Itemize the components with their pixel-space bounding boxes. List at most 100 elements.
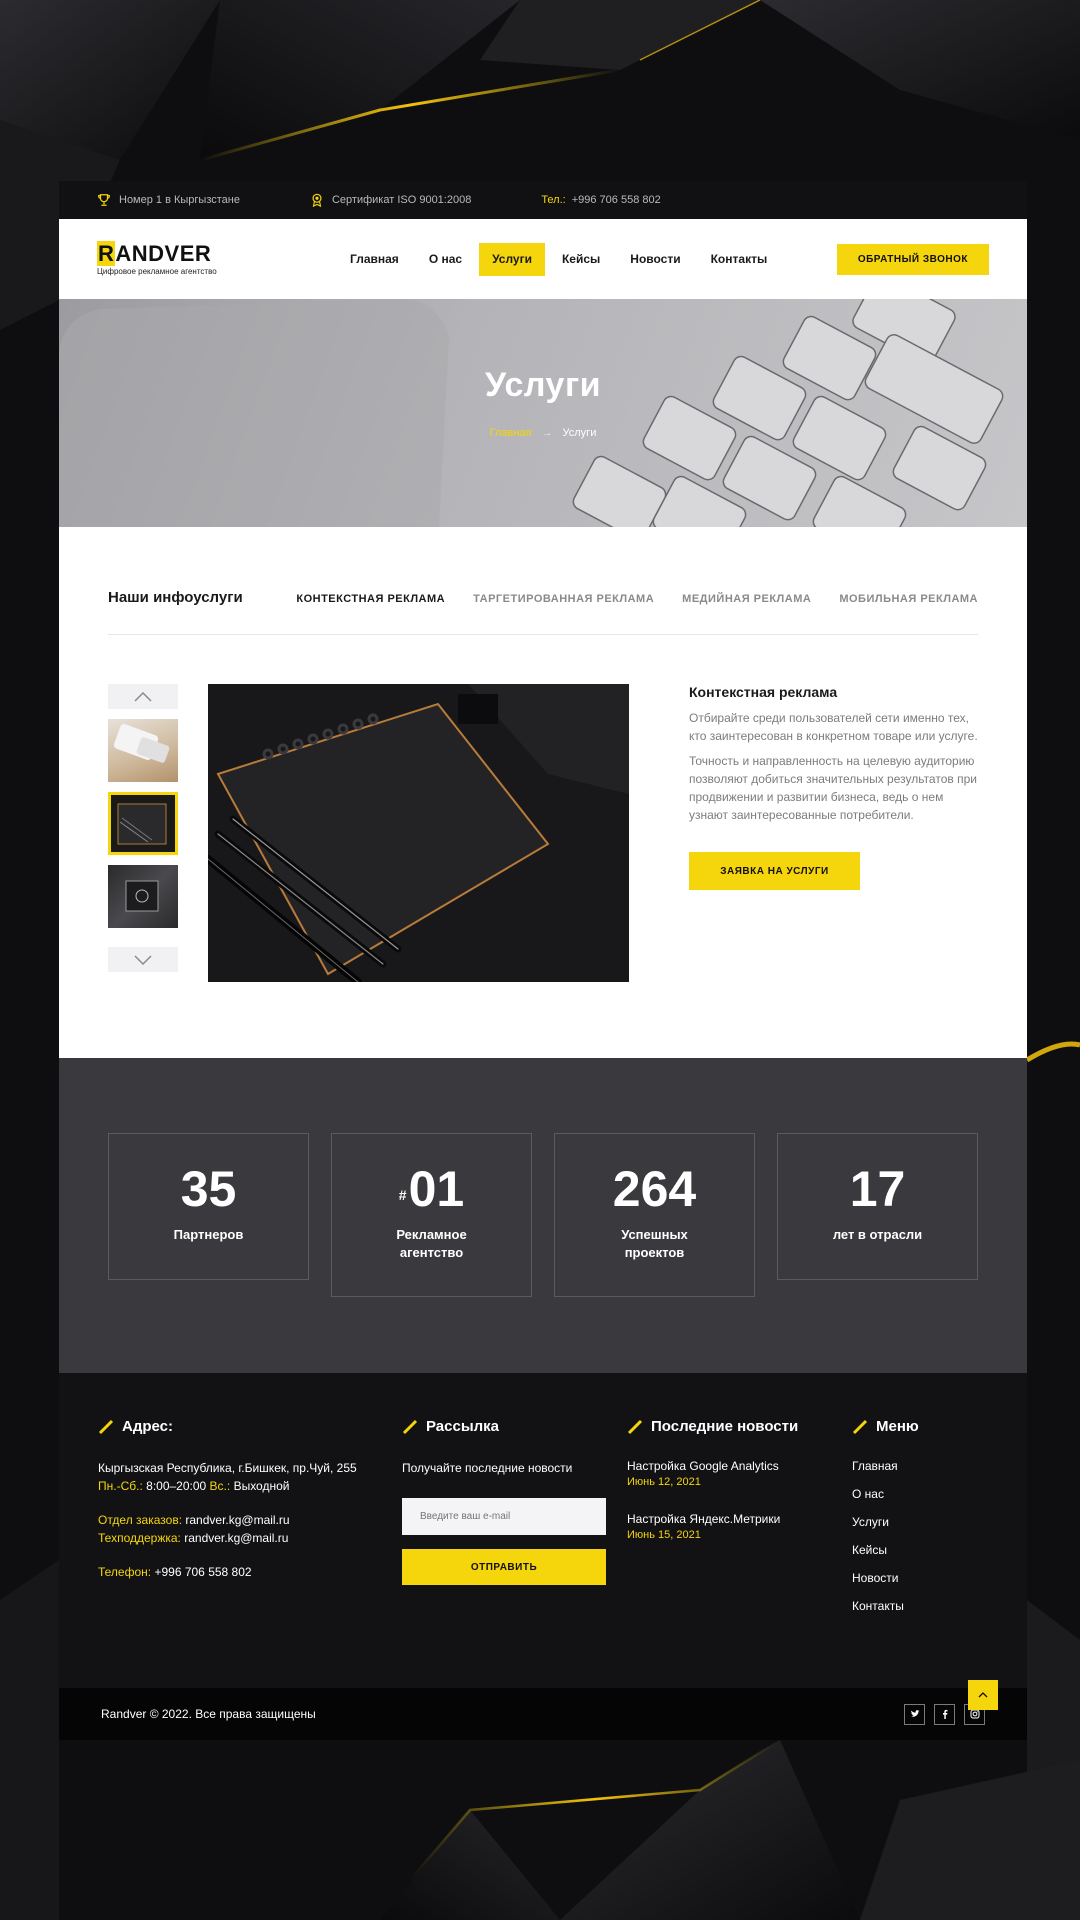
award-info: Номер 1 в Кыргызстане <box>97 193 240 207</box>
chevron-down-icon <box>134 954 152 965</box>
copyright-text: Randver © 2022. Все права защищены <box>101 1707 316 1721</box>
tab-targeted-ads[interactable]: ТАРГЕТИРОВАННАЯ РЕКЛАМА <box>473 593 654 605</box>
topbar-phone: Тел.: +996 706 558 802 <box>541 194 660 206</box>
footer-menu: Меню Главная О нас Услуги Кейсы Новости … <box>852 1418 992 1620</box>
support-email-link[interactable]: randver.kg@mail.ru <box>184 1531 288 1545</box>
certificate-info: Сертификат ISO 9001:2008 <box>310 193 471 207</box>
slash-icon <box>98 1419 114 1434</box>
thumbnail-3[interactable] <box>108 865 178 928</box>
stat-label-line-2: агентство <box>399 1245 464 1260</box>
newsletter-email-input[interactable] <box>402 1498 606 1535</box>
nav-item-home[interactable]: Главная <box>337 243 412 276</box>
thumbnail-carousel <box>108 684 178 972</box>
trophy-icon <box>98 194 110 206</box>
stat-rank: #01 Рекламное агентство <box>331 1133 532 1297</box>
footer-phone: Телефон: +996 706 558 802 <box>98 1563 378 1581</box>
nav-item-services[interactable]: Услуги <box>479 242 545 276</box>
footer-menu-item-home[interactable]: Главная <box>852 1452 992 1480</box>
footer-menu-item-contacts[interactable]: Контакты <box>852 1592 992 1620</box>
scroll-to-top-button[interactable] <box>968 1680 998 1710</box>
hours-value-weekdays: 8:00–20:00 <box>146 1479 207 1493</box>
service-detail: Контекстная реклама Отбирайте среди поль… <box>689 684 979 890</box>
footer-address: Адрес: Кыргызская Республика, г.Бишкек, … <box>98 1418 378 1581</box>
news-item[interactable]: Настройка Яндекс.Метрики Июнь 15, 2021 <box>627 1512 827 1541</box>
news-item-date: Июнь 12, 2021 <box>627 1476 701 1488</box>
nav-item-cases[interactable]: Кейсы <box>549 243 613 276</box>
award-text: Номер 1 в Кыргызстане <box>119 194 240 206</box>
hours-value-sunday: Выходной <box>233 1479 290 1493</box>
stats-section: 35 Партнеров #01 Рекламное агентство 264 … <box>59 1058 1027 1373</box>
stat-value: 17 <box>849 1161 906 1217</box>
services-tabs: КОНТЕКСТНАЯ РЕКЛАМА ТАРГЕТИРОВАННАЯ РЕКЛ… <box>296 593 978 605</box>
nav-item-about[interactable]: О нас <box>416 243 475 276</box>
carousel-up-button[interactable] <box>108 684 178 709</box>
breadcrumb-current: Услуги <box>562 427 597 439</box>
carousel-down-button[interactable] <box>108 947 178 972</box>
stat-value: 01 <box>408 1161 465 1217</box>
stat-label-line-2: проектов <box>624 1245 685 1260</box>
hours-label-weekdays: Пн.-Сб.: <box>98 1479 143 1493</box>
nav-item-contacts[interactable]: Контакты <box>698 243 781 276</box>
breadcrumb-home-link[interactable]: Главная <box>490 427 532 439</box>
orders-email-link[interactable]: randver.kg@mail.ru <box>185 1513 289 1527</box>
site-container: Номер 1 в Кыргызстане Сертификат ISO 900… <box>59 181 1027 1740</box>
breadcrumb-separator: → <box>541 427 553 439</box>
phone-value[interactable]: +996 706 558 802 <box>572 194 661 206</box>
twitter-link[interactable] <box>904 1703 925 1725</box>
facebook-link[interactable] <box>934 1703 955 1725</box>
footer-address-heading: Адрес: <box>122 1418 173 1435</box>
footer-menu-item-services[interactable]: Услуги <box>852 1508 992 1536</box>
thumbnail-image <box>113 724 170 763</box>
footer: Адрес: Кыргызская Республика, г.Бишкек, … <box>59 1373 1027 1688</box>
footer-newsletter-heading: Рассылка <box>426 1418 500 1435</box>
nav-item-news[interactable]: Новости <box>617 243 693 276</box>
footer-news: Последние новости Настройка Google Analy… <box>627 1418 827 1541</box>
thumbnail-2-active[interactable] <box>108 792 178 855</box>
news-item-title[interactable]: Настройка Google Analytics <box>627 1459 827 1473</box>
tab-media-ads[interactable]: МЕДИЙНАЯ РЕКЛАМА <box>682 593 811 605</box>
main-nav: Главная О нас Услуги Кейсы Новости Конта… <box>337 242 781 276</box>
order-service-button[interactable]: ЗАЯВКА НА УСЛУГИ <box>689 852 860 890</box>
footer-phone-link[interactable]: +996 706 558 802 <box>154 1565 251 1579</box>
footer-menu-item-news[interactable]: Новости <box>852 1564 992 1592</box>
facebook-icon <box>942 1709 947 1719</box>
thumbnail-image <box>117 803 167 845</box>
phone-label: Тел.: <box>541 194 566 206</box>
tab-mobile-ads[interactable]: МОБИЛЬНАЯ РЕКЛАМА <box>839 593 978 605</box>
logo[interactable]: RANDVER Цифровое рекламное агентство <box>97 240 227 276</box>
chevron-up-icon <box>978 1692 988 1698</box>
logo-word-rest: ANDVER <box>115 240 212 266</box>
orders-email: Отдел заказов: randver.kg@mail.ru <box>98 1511 378 1529</box>
newsletter-text: Получайте последние новости <box>402 1461 573 1475</box>
work-hours: Пн.-Сб.: 8:00–20:00 Вс.: Выходной <box>98 1477 378 1495</box>
news-item-title[interactable]: Настройка Яндекс.Метрики <box>627 1512 827 1526</box>
services-heading: Наши инфоуслуги <box>108 589 243 606</box>
orders-label: Отдел заказов: <box>98 1513 183 1527</box>
footer-news-heading: Последние новости <box>651 1418 799 1435</box>
service-detail-title: Контекстная реклама <box>689 684 838 700</box>
page-title: Услуги <box>484 366 602 404</box>
slash-icon <box>402 1419 418 1434</box>
medal-icon <box>312 193 322 207</box>
stat-label-line-1: Успешных <box>621 1227 688 1242</box>
keyboard-image <box>59 299 1004 527</box>
hours-label-sunday: Вс.: <box>209 1479 231 1493</box>
stat-label: Успешных проектов <box>555 1226 754 1262</box>
breadcrumb: Главная → Услуги <box>59 427 1027 439</box>
thumbnail-1[interactable] <box>108 719 178 782</box>
tab-context-ads[interactable]: КОНТЕКСТНАЯ РЕКЛАМА <box>296 593 445 605</box>
stat-label-line-1: Рекламное <box>396 1227 467 1242</box>
stat-label: Рекламное агентство <box>332 1226 531 1262</box>
hero-banner: Услуги Главная → Услуги <box>59 299 1027 527</box>
twitter-icon <box>910 1710 919 1717</box>
stat-projects: 264 Успешных проектов <box>554 1133 755 1297</box>
newsletter-send-button[interactable]: ОТПРАВИТЬ <box>402 1549 606 1585</box>
chevron-up-icon <box>134 691 152 702</box>
bottom-bar: Randver © 2022. Все права защищены <box>59 1680 1027 1740</box>
footer-menu-item-about[interactable]: О нас <box>852 1480 992 1508</box>
news-item[interactable]: Настройка Google Analytics Июнь 12, 2021 <box>627 1459 827 1488</box>
footer-menu-item-cases[interactable]: Кейсы <box>852 1536 992 1564</box>
thumbnail-image <box>125 880 159 912</box>
stat-label: Партнеров <box>173 1227 244 1242</box>
callback-button[interactable]: ОБРАТНЫЙ ЗВОНОК <box>836 243 989 275</box>
